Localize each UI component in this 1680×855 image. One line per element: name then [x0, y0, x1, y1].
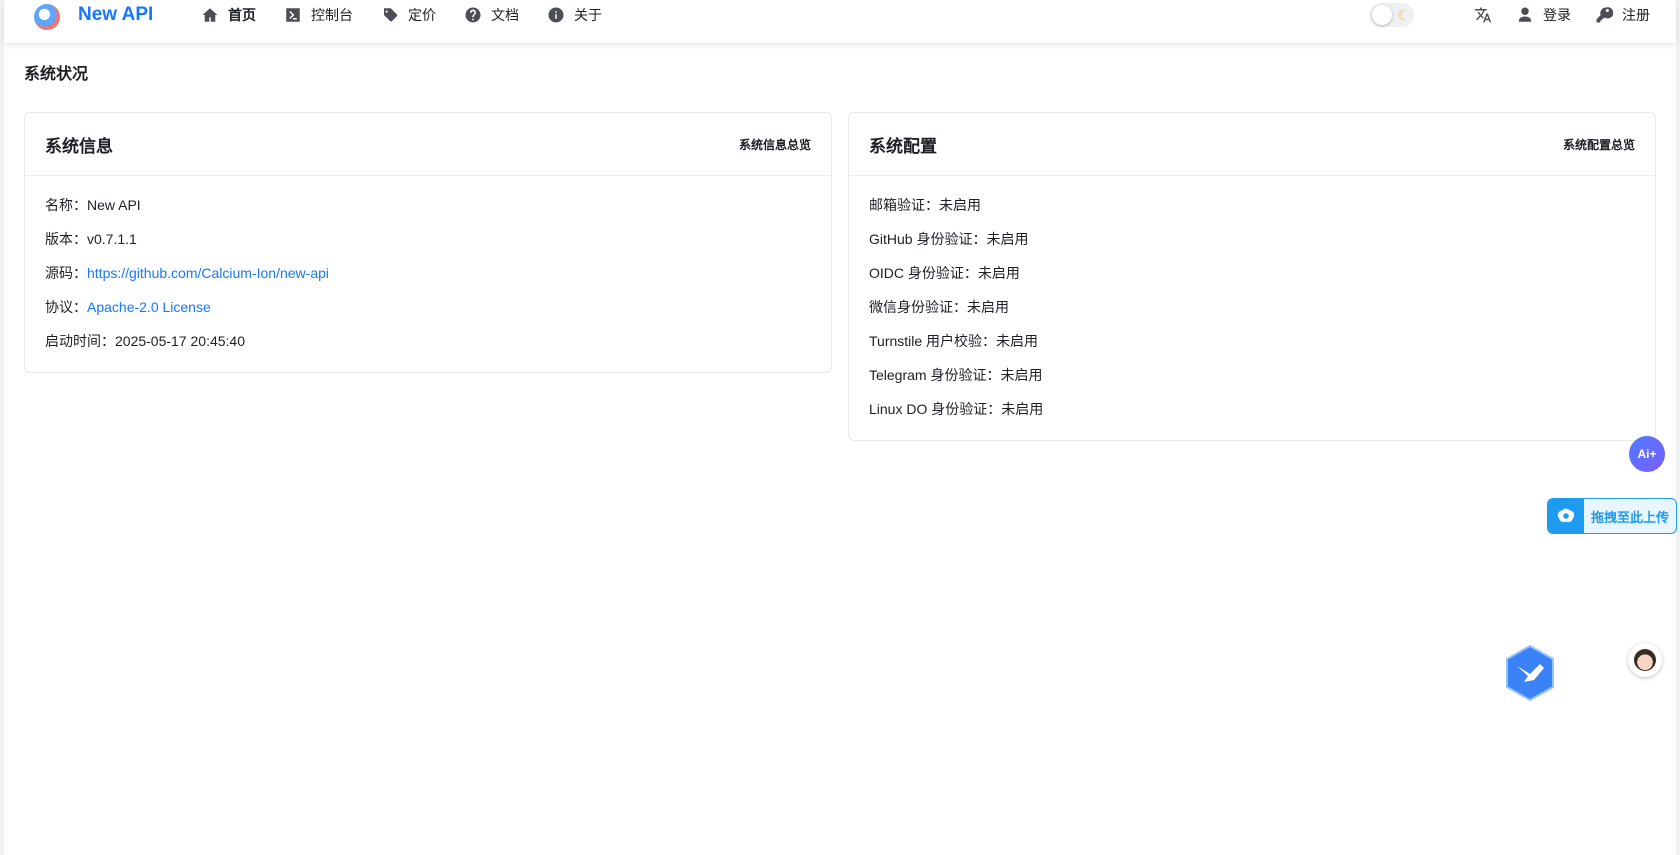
nav-item-console[interactable]: 控制台: [284, 5, 353, 25]
card-header: 系统信息 系统信息总览: [25, 113, 831, 176]
terminal-icon: [286, 8, 300, 22]
nav-item-label: 关于: [574, 7, 602, 23]
card-header: 系统配置 系统配置总览: [849, 113, 1655, 176]
info-row-version: 版本：v0.7.1.1: [45, 222, 811, 256]
tag-icon: [384, 8, 398, 22]
nav-item-home[interactable]: 首页: [201, 5, 256, 25]
card-body: 邮箱验证：未启用 GitHub 身份验证：未启用 OIDC 身份验证：未启用 微…: [849, 176, 1655, 426]
source-link[interactable]: https://github.com/Calcium-Ion/new-api: [87, 265, 329, 281]
info-label: 版本：: [45, 231, 87, 247]
system-info-card: 系统信息 系统信息总览 名称：New API 版本：v0.7.1.1 源码：ht…: [24, 112, 832, 373]
config-row-turnstile: Turnstile 用户校验：未启用: [869, 333, 1039, 349]
config-row-wechat: 微信身份验证：未启用: [869, 299, 1009, 315]
brand[interactable]: New API: [30, 0, 153, 32]
info-label: 源码：: [45, 265, 87, 281]
info-circle-icon: [548, 7, 564, 23]
info-value: New API: [87, 197, 141, 213]
login-label: 登录: [1543, 7, 1571, 23]
nav-item-docs[interactable]: 文档: [464, 5, 519, 25]
nav-item-pricing[interactable]: 定价: [381, 5, 436, 25]
key-icon: [1596, 7, 1613, 23]
login-button[interactable]: 登录: [1516, 5, 1571, 25]
info-label: 名称：: [45, 197, 87, 213]
license-link[interactable]: Apache-2.0 License: [87, 299, 211, 315]
config-row-telegram: Telegram 身份验证：未启用: [869, 367, 1043, 383]
config-row-github: GitHub 身份验证：未启用: [869, 231, 1029, 247]
nav-item-label: 首页: [228, 7, 256, 23]
card-title: 系统配置: [869, 136, 937, 156]
info-row-start-time: 启动时间：2025-05-17 20:45:40: [45, 324, 811, 358]
nav-item-label: 控制台: [311, 7, 353, 23]
question-circle-icon: [465, 7, 481, 23]
info-value: 2025-05-17 20:45:40: [115, 333, 245, 349]
drag-upload-button[interactable]: 拖拽至此上传: [1547, 498, 1677, 534]
info-label: 协议：: [45, 299, 87, 315]
page-title: 系统状况: [24, 66, 89, 83]
logo-icon: [30, 0, 64, 32]
info-value: v0.7.1.1: [87, 231, 137, 247]
brand-name: New API: [78, 4, 154, 25]
config-row-oidc: OIDC 身份验证：未启用: [869, 265, 1020, 281]
info-row-name: 名称：New API: [45, 188, 811, 222]
info-row-license: 协议：Apache-2.0 License: [45, 290, 811, 324]
card-body: 名称：New API 版本：v0.7.1.1 源码：https://github…: [25, 176, 831, 358]
theme-toggle[interactable]: ☾: [1370, 3, 1414, 27]
config-row-email: 邮箱验证：未启用: [869, 197, 981, 213]
system-config-card: 系统配置 系统配置总览 邮箱验证：未启用 GitHub 身份验证：未启用 OID…: [848, 112, 1656, 441]
cloud-upload-icon: [1548, 499, 1584, 533]
toggle-knob: [1372, 5, 1392, 25]
config-row-linuxdo: Linux DO 身份验证：未启用: [869, 401, 1044, 417]
bird-logo-icon[interactable]: [1504, 644, 1556, 702]
register-button[interactable]: 注册: [1595, 5, 1650, 25]
info-label: 启动时间：: [45, 333, 115, 349]
register-label: 注册: [1622, 7, 1650, 23]
avatar[interactable]: [1628, 643, 1662, 677]
avatar-face-icon: [1634, 649, 1656, 671]
system-info-overview-link[interactable]: 系统信息总览: [739, 136, 811, 153]
home-icon: [202, 8, 218, 22]
language-button[interactable]: [1474, 6, 1492, 24]
nav-item-label: 文档: [491, 7, 519, 23]
nav-item-about[interactable]: 关于: [547, 5, 602, 25]
translate-icon: [1474, 7, 1492, 23]
moon-icon: ☾: [1397, 7, 1410, 23]
card-title: 系统信息: [45, 136, 113, 156]
info-row-source: 源码：https://github.com/Calcium-Ion/new-ap…: [45, 256, 811, 290]
nav-item-label: 定价: [408, 7, 436, 23]
top-navbar: New API 首页 控制台 定价 文档 关于 ☾ 登录 注册: [4, 0, 1676, 43]
main-nav: 首页 控制台 定价 文档 关于: [201, 0, 630, 30]
upload-label: 拖拽至此上传: [1591, 509, 1670, 525]
ai-assistant-button[interactable]: Ai+: [1629, 436, 1665, 472]
system-config-overview-link[interactable]: 系统配置总览: [1563, 136, 1635, 153]
user-icon: [1519, 7, 1531, 22]
right-tools: ☾ 登录 注册: [1370, 0, 1650, 30]
